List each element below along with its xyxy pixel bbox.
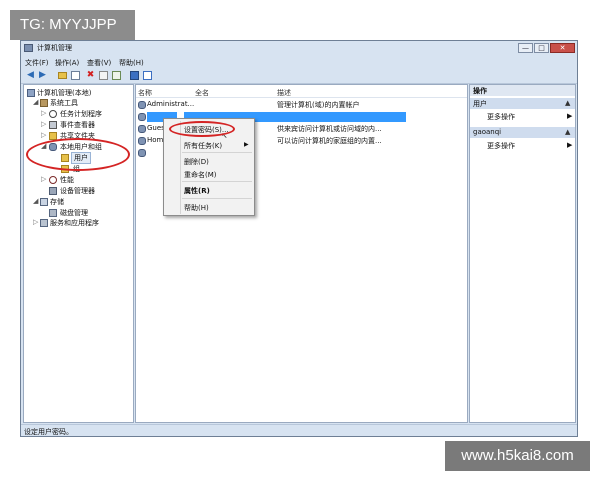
user-icon	[138, 101, 146, 109]
actions-section-users[interactable]: 用户 ▲	[470, 98, 575, 109]
expand-services-icon[interactable]: ▷	[33, 218, 38, 226]
user-icon[interactable]	[138, 149, 146, 157]
submenu-arrow-icon: ▶	[567, 112, 573, 120]
action-more-2[interactable]: 更多操作	[487, 141, 515, 151]
submenu-arrow-icon: ▶	[567, 141, 573, 149]
menu-item-properties[interactable]: 属性(R)	[184, 186, 210, 196]
annotation-ring-tree	[26, 138, 130, 171]
menu-action[interactable]: 操作(A)	[55, 58, 79, 68]
menu-separator	[182, 152, 252, 153]
user-icon	[138, 137, 146, 145]
menu-item-rename[interactable]: 重命名(M)	[184, 170, 217, 180]
menu-item-delete[interactable]: 删除(D)	[184, 157, 209, 167]
back-arrow-icon[interactable]: ◀	[25, 70, 36, 81]
services-icon	[40, 219, 48, 227]
table-row[interactable]: Administrat... 管理计算机(域)的内置帐户	[136, 100, 467, 110]
action-more-1[interactable]: 更多操作	[487, 112, 515, 122]
up-folder-icon[interactable]	[57, 70, 68, 81]
tree-item-performance[interactable]: 性能	[60, 175, 74, 185]
clock-icon	[49, 110, 57, 118]
computer-icon	[27, 89, 35, 97]
row-name: Administrat...	[147, 100, 195, 108]
row-description: 管理计算机(域)的内置帐户	[277, 101, 360, 109]
actions-header: 操作	[470, 85, 575, 96]
show-tree-icon[interactable]	[70, 70, 81, 81]
menu-item-help[interactable]: 帮助(H)	[184, 203, 209, 213]
minimize-button[interactable]: —	[518, 43, 533, 53]
forward-arrow-icon[interactable]: ▶	[37, 70, 48, 81]
help-icon[interactable]	[129, 70, 140, 81]
device-manager-icon	[49, 187, 57, 195]
status-bar: 设定用户密码。	[21, 424, 577, 438]
watermark-bottom-right: www.h5kai8.com	[445, 441, 590, 471]
title-bar: 计算机管理 — □ ✕	[21, 41, 577, 56]
delete-icon[interactable]: ✖	[85, 70, 96, 81]
menu-file[interactable]: 文件(F)	[25, 58, 49, 68]
computer-management-icon	[24, 44, 33, 52]
expand-event-viewer-icon[interactable]: ▷	[41, 120, 46, 128]
tree-item-device-manager[interactable]: 设备管理器	[60, 186, 95, 196]
event-viewer-icon	[49, 121, 57, 129]
tree-item-task-scheduler[interactable]: 任务计划程序	[60, 109, 102, 119]
expand-shared-folders-icon[interactable]: ▷	[41, 131, 46, 139]
actions-section-users-label: 用户	[473, 100, 487, 108]
expand-performance-icon[interactable]: ▷	[41, 175, 46, 183]
context-menu: 设置密码(S)... ↖ 所有任务(K) ▶ 删除(D) 重命名(M) 属性(R…	[163, 118, 255, 216]
tree-item-event-viewer[interactable]: 事件查看器	[60, 120, 95, 130]
maximize-button[interactable]: □	[534, 43, 549, 53]
performance-icon	[49, 176, 57, 184]
submenu-arrow-icon: ▶	[244, 141, 249, 148]
row-description: 供来宾访问计算机或访问域的内...	[277, 125, 382, 133]
menu-help[interactable]: 帮助(H)	[119, 58, 144, 68]
annotation-ring-menu	[169, 121, 235, 137]
export-list-icon[interactable]	[111, 70, 122, 81]
tree-item-disk-management[interactable]: 磁盘管理	[60, 208, 88, 218]
window-title: 计算机管理	[37, 44, 72, 52]
tools-icon	[40, 99, 48, 107]
menu-separator	[182, 198, 252, 199]
tree-item-system-tools[interactable]: 系统工具	[50, 98, 78, 108]
status-text: 设定用户密码。	[24, 428, 73, 436]
tree-item-root[interactable]: 计算机管理(本地)	[37, 88, 91, 98]
toolbar: ◀ ▶ ✖	[21, 68, 577, 84]
disk-icon	[49, 209, 57, 217]
properties-icon[interactable]	[98, 70, 109, 81]
storage-icon	[40, 198, 48, 206]
actions-pane: 操作 用户 ▲ 更多操作 ▶ gaoanqi ▲ 更多操作 ▶	[469, 84, 576, 423]
menu-separator	[182, 181, 252, 182]
user-icon	[138, 125, 146, 133]
menu-item-all-tasks[interactable]: 所有任务(K)	[184, 141, 222, 151]
collapse-icon[interactable]: ▲	[565, 99, 570, 107]
navigation-tree: 计算机管理(本地) ◢ 系统工具 ▷ 任务计划程序 ▷ 事件查看器 ▷ 共享文件…	[23, 84, 134, 423]
close-button[interactable]: ✕	[550, 43, 575, 53]
tree-item-services-apps[interactable]: 服务和应用程序	[50, 218, 99, 228]
tree-item-storage[interactable]: 存储	[50, 197, 64, 207]
actions-title: 操作	[473, 87, 487, 95]
computer-management-window: 计算机管理 — □ ✕ 文件(F) 操作(A) 查看(V) 帮助(H) ◀ ▶ …	[20, 40, 578, 437]
row-description: 可以访问计算机的家庭组的内置...	[277, 137, 382, 145]
collapse-icon[interactable]: ▲	[565, 128, 570, 136]
menu-view[interactable]: 查看(V)	[87, 58, 111, 68]
header-divider	[136, 97, 467, 98]
expand-storage-icon[interactable]: ◢	[33, 197, 38, 205]
watermark-top-left: TG: MYYJJPP	[10, 10, 135, 40]
user-icon	[138, 113, 146, 121]
menu-bar: 文件(F) 操作(A) 查看(V) 帮助(H)	[21, 56, 577, 67]
actions-section-selected[interactable]: gaoanqi ▲	[470, 127, 575, 138]
expand-system-tools-icon[interactable]: ◢	[33, 98, 38, 106]
expand-task-scheduler-icon[interactable]: ▷	[41, 109, 46, 117]
actions-section-selected-label: gaoanqi	[473, 128, 502, 136]
console-view-icon[interactable]	[142, 70, 153, 81]
